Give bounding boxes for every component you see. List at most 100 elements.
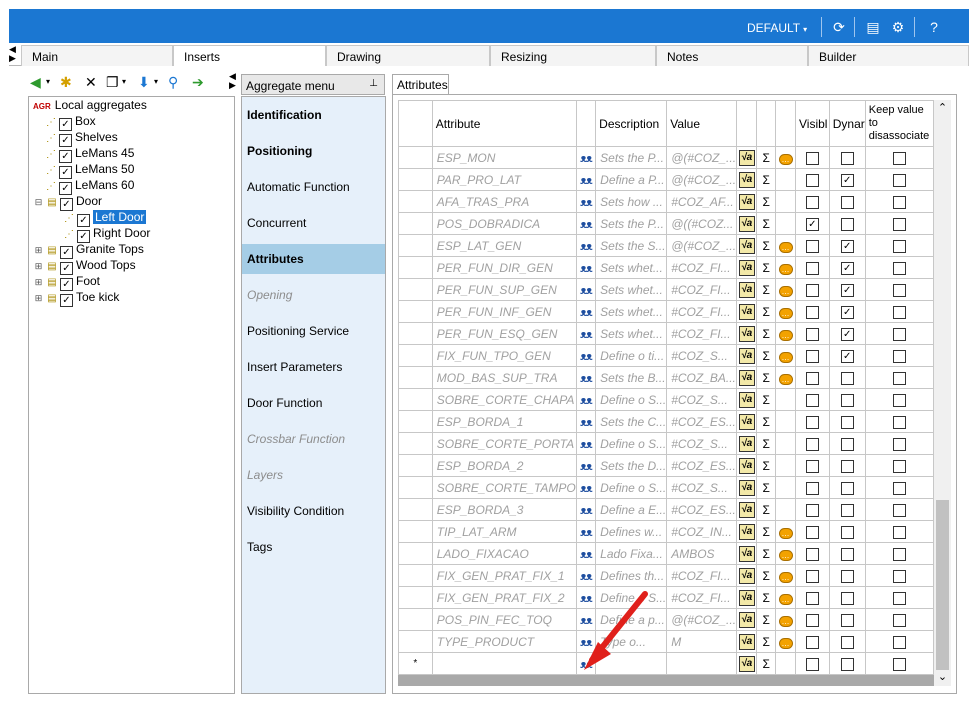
tree-item[interactable]: ⋰ ✓ LeMans 45 [43,145,134,163]
note-bubble-icon[interactable]: … [775,366,797,389]
dynamic-checkbox-cell[interactable] [828,410,866,433]
tab-resizing[interactable]: Resizing [490,45,656,66]
value-cell[interactable]: @(#COZ_... [666,608,738,631]
visible-checkbox-cell[interactable] [795,608,830,631]
tree-icon[interactable]: ⚲ [168,73,178,91]
attribute-cell[interactable]: PER_FUN_INF_GEN [431,300,577,323]
keep-checkbox[interactable] [892,349,906,363]
row-header[interactable] [398,234,433,257]
table-row[interactable]: AFA_TRAS_PRA ᴥᴥ Sets how ... #COZ_AF... √a Σ [398,190,934,213]
back-icon[interactable]: ◀ [30,73,41,91]
search-binoculars-icon[interactable]: ᴥᴥ [575,542,597,565]
attribute-cell[interactable]: ESP_MON [431,146,577,169]
formula-icon[interactable]: √a [736,344,758,367]
visible-checkbox[interactable] [805,261,819,275]
description-cell[interactable]: Defines w... [595,520,668,543]
visible-checkbox-cell[interactable] [795,256,830,279]
value-cell[interactable]: #COZ_AF... [666,190,738,213]
visible-checkbox[interactable] [805,459,819,473]
attribute-cell[interactable]: FIX_GEN_PRAT_FIX_2 [431,586,577,609]
dropdown-icon[interactable]: ▾ [122,73,126,91]
menu-item[interactable]: Identification [242,100,385,130]
sum-icon[interactable]: Σ [756,300,777,323]
dynamic-checkbox[interactable] [840,547,854,561]
note-bubble-icon[interactable]: … [775,322,797,345]
value-cell[interactable]: @((#COZ... [666,212,738,235]
attribute-cell[interactable]: TYPE_PRODUCT [431,630,577,653]
sum-icon[interactable]: Σ [756,234,777,257]
formula-icon[interactable]: √a [736,168,758,191]
visible-checkbox[interactable] [805,547,819,561]
search-binoculars-icon[interactable]: ᴥᴥ [575,630,597,653]
table-row[interactable]: PER_FUN_DIR_GEN ᴥᴥ Sets whet... #COZ_FI... √… [398,256,934,279]
tree-item[interactable]: ⊞ ▤ ✓ Foot [33,273,100,291]
visible-checkbox[interactable] [805,283,819,297]
formula-icon[interactable]: √a [736,300,758,323]
description-cell[interactable]: Lado Fixa... [595,542,668,565]
keep-checkbox[interactable] [892,503,906,517]
column-visible[interactable]: Visibl [795,100,830,147]
description-cell[interactable]: Sets how ... [595,190,668,213]
value-cell[interactable]: M [666,630,738,653]
note-bubble-icon[interactable] [775,212,797,235]
value-cell[interactable]: #COZ_S... [666,388,738,411]
note-bubble-icon[interactable]: … [775,256,797,279]
column-description[interactable]: Description [595,100,668,147]
description-cell[interactable]: Type o... [595,630,668,653]
keep-checkbox[interactable] [892,657,906,671]
sum-icon[interactable]: Σ [756,432,777,455]
sum-icon[interactable]: Σ [756,630,777,653]
dynamic-checkbox-cell[interactable] [828,542,866,565]
dynamic-checkbox-cell[interactable]: ✓ [828,344,866,367]
dynamic-checkbox-cell[interactable] [828,586,866,609]
keep-checkbox-cell[interactable] [864,520,934,543]
visible-checkbox-cell[interactable] [795,388,830,411]
dynamic-checkbox[interactable] [840,217,854,231]
menu-item[interactable]: Tags [242,532,385,562]
formula-icon[interactable]: √a [736,520,758,543]
search-binoculars-icon[interactable]: ᴥᴥ [575,168,597,191]
note-bubble-icon[interactable] [775,388,797,411]
tree-checkbox[interactable]: ✓ [60,294,73,307]
row-header[interactable] [398,542,433,565]
menu-item[interactable]: Insert Parameters [242,352,385,382]
table-row[interactable]: LADO_FIXACAO ᴥᴥ Lado Fixa... AMBOS √a Σ… [398,542,934,565]
column-attribute[interactable]: Attribute [431,100,577,147]
keep-checkbox[interactable] [892,283,906,297]
sum-icon[interactable]: Σ [756,454,777,477]
keep-checkbox-cell[interactable] [864,542,934,565]
dynamic-checkbox-cell[interactable] [828,212,866,235]
visible-checkbox[interactable] [805,173,819,187]
sum-icon[interactable]: Σ [756,476,777,499]
row-header[interactable] [398,388,433,411]
keep-checkbox[interactable] [892,415,906,429]
value-cell[interactable]: #COZ_S... [666,344,738,367]
description-cell[interactable]: Define o ti... [595,344,668,367]
dynamic-checkbox[interactable] [840,481,854,495]
tree-item[interactable]: ⊟ ▤ ✓ Door [33,193,102,211]
keep-checkbox-cell[interactable] [864,190,934,213]
description-cell[interactable]: Define o S... [595,388,668,411]
row-header[interactable] [398,168,433,191]
tree-item[interactable]: ⋰ ✓ Left Door [61,209,147,227]
search-binoculars-icon[interactable]: ᴥᴥ [575,300,597,323]
attribute-cell[interactable]: ESP_BORDA_3 [431,498,577,521]
sum-icon[interactable]: Σ [756,212,777,235]
keep-checkbox-cell[interactable] [864,278,934,301]
note-bubble-icon[interactable]: … [775,630,797,653]
dynamic-checkbox-cell[interactable]: ✓ [828,322,866,345]
visible-checkbox-cell[interactable] [795,366,830,389]
new-folder-icon[interactable]: ✱ [60,73,72,91]
dynamic-checkbox-cell[interactable] [828,520,866,543]
attribute-cell[interactable]: PER_FUN_ESQ_GEN [431,322,577,345]
attribute-cell[interactable]: TIP_LAT_ARM [431,520,577,543]
formula-icon[interactable]: √a [736,454,758,477]
dynamic-checkbox[interactable] [840,415,854,429]
description-cell[interactable]: Define a P... [595,168,668,191]
menu-item[interactable]: Positioning Service [242,316,385,346]
menu-item[interactable]: Positioning [242,136,385,166]
dynamic-checkbox-cell[interactable] [828,564,866,587]
value-cell[interactable]: #COZ_FI... [666,278,738,301]
visible-checkbox-cell[interactable]: ✓ [795,212,830,235]
keep-checkbox-cell[interactable] [864,432,934,455]
